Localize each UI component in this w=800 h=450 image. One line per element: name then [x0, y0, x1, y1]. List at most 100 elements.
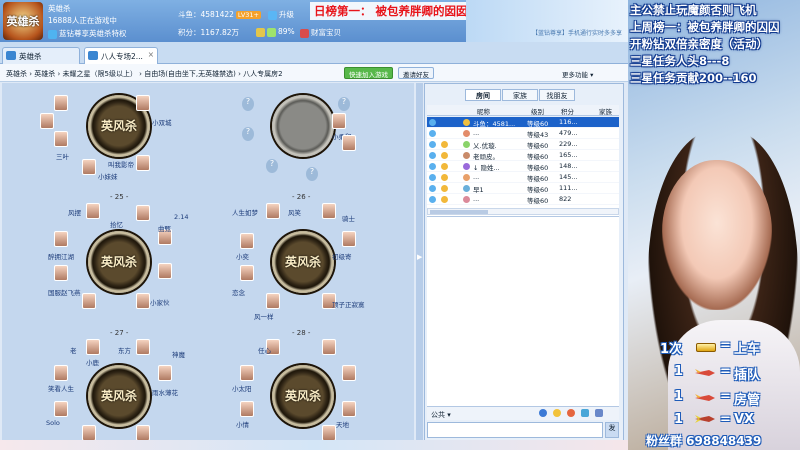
- chat-input[interactable]: [427, 422, 603, 438]
- tab-find-friends[interactable]: 找朋友: [539, 89, 575, 101]
- gift-rule-reward: 房管: [734, 393, 761, 408]
- player-avatar[interactable]: [136, 95, 150, 111]
- vip-icon: [441, 174, 448, 181]
- player-list-header: 昵称 级别 积分 家族: [427, 105, 619, 116]
- quick-join-button[interactable]: 快速加入游戏: [344, 67, 393, 79]
- player-avatar[interactable]: [342, 401, 356, 417]
- image-icon[interactable]: [581, 409, 589, 417]
- column-level[interactable]: 级别: [531, 106, 544, 116]
- settings-icon[interactable]: [595, 409, 603, 417]
- gift-rule-count: 1次: [660, 342, 683, 357]
- player-avatar[interactable]: [40, 113, 54, 129]
- player-avatar[interactable]: [54, 265, 68, 281]
- player-avatar[interactable]: [82, 159, 96, 175]
- user-icon: [429, 174, 436, 181]
- tab-room[interactable]: 八人专场2... ×: [84, 47, 158, 64]
- stream-overlay: 主公禁止玩魔颜否则飞机 上周榜一：被包养胖卿的囚囚 开粉钻双倍亲密度（活动） 三…: [628, 0, 800, 450]
- player-avatar[interactable]: [266, 203, 280, 219]
- player-avatar[interactable]: [136, 155, 150, 171]
- alert-icon[interactable]: [539, 409, 547, 417]
- game-table[interactable]: [272, 95, 334, 157]
- player-avatar[interactable]: [54, 231, 68, 247]
- collapse-arrow-icon[interactable]: ▶: [417, 253, 422, 261]
- gift-icon[interactable]: [567, 409, 575, 417]
- player-avatar[interactable]: [158, 365, 172, 381]
- send-button[interactable]: 发: [605, 422, 619, 438]
- game-table[interactable]: 英风杀: [88, 365, 150, 427]
- table-row[interactable]: 乂.优璇. 等级60 229...: [427, 139, 619, 150]
- emoji-icon[interactable]: [553, 409, 561, 417]
- player-avatar[interactable]: [54, 131, 68, 147]
- player-avatar[interactable]: [240, 401, 254, 417]
- player-avatar[interactable]: [332, 113, 346, 129]
- gift-rule-reward: 上车: [734, 342, 761, 357]
- player-avatar[interactable]: [54, 401, 68, 417]
- column-score[interactable]: 积分: [561, 106, 574, 116]
- player-avatar[interactable]: [136, 425, 150, 441]
- player-avatar[interactable]: [136, 293, 150, 309]
- avatar-icon: [463, 174, 470, 181]
- percent-label: 89%: [278, 27, 295, 36]
- player-avatar[interactable]: [136, 339, 150, 355]
- empty-seat-icon[interactable]: ?: [242, 127, 254, 141]
- player-avatar[interactable]: [240, 265, 254, 281]
- player-avatar[interactable]: [322, 339, 336, 355]
- vip-link[interactable]: 蓝钻尊享英雄杀特权: [48, 28, 127, 39]
- vip-link-label: 蓝钻尊享英雄杀特权: [59, 29, 127, 38]
- top-bar: 英雄杀 英雄杀 16888人正在游戏中 蓝钻尊享英雄杀特权 斗鱼：4581422…: [0, 0, 628, 42]
- player-avatar[interactable]: [240, 233, 254, 249]
- table-row[interactable]: 早1 等级60 111...: [427, 183, 619, 194]
- gift-rule-count: 1: [674, 412, 684, 427]
- tab-hero-kill[interactable]: 英雄杀: [2, 47, 80, 64]
- more-functions-menu[interactable]: 更多功能 ▾: [562, 69, 593, 79]
- table-row[interactable]: ... 等级43 479...: [427, 128, 619, 139]
- table-row[interactable]: 斗鱼：4581... 等级60 116...: [427, 117, 619, 128]
- invite-friends-button[interactable]: 邀请好友: [398, 67, 434, 79]
- player-avatar[interactable]: [158, 263, 172, 279]
- table-row[interactable]: ... 等级60 822: [427, 194, 619, 205]
- column-nickname[interactable]: 昵称: [477, 106, 490, 116]
- player-avatar[interactable]: [82, 425, 96, 441]
- table-row[interactable]: 老顽皮。 等级60 165...: [427, 150, 619, 161]
- player-avatar[interactable]: [322, 203, 336, 219]
- player-avatar[interactable]: [54, 95, 68, 111]
- empty-seat-icon[interactable]: ?: [266, 159, 278, 173]
- empty-seat-icon[interactable]: ?: [306, 167, 318, 181]
- chat-channel-select[interactable]: 公共 ▾: [431, 411, 451, 419]
- player-avatar[interactable]: [342, 231, 356, 247]
- player-avatar[interactable]: [342, 365, 356, 381]
- game-table[interactable]: 英风杀: [272, 365, 334, 427]
- game-table[interactable]: 英风杀: [272, 231, 334, 293]
- table-row[interactable]: ↓ 隐姓... 等级60 148...: [427, 161, 619, 172]
- player-name: 小鹿: [86, 359, 99, 367]
- player-avatar[interactable]: [266, 293, 280, 309]
- player-avatar[interactable]: [86, 339, 100, 355]
- player-avatar[interactable]: [342, 135, 356, 151]
- close-icon[interactable]: ×: [148, 50, 154, 59]
- empty-seat-icon[interactable]: ?: [338, 97, 350, 111]
- game-table[interactable]: 英风杀: [88, 231, 150, 293]
- horizontal-scrollbar[interactable]: [427, 208, 619, 215]
- game-name: 英雄杀: [48, 4, 71, 13]
- tab-room-players[interactable]: 房间: [465, 89, 501, 101]
- panel-splitter[interactable]: ▶: [416, 83, 423, 443]
- game-hall: 英风杀 小双城 三叶 叫我影帝 小妹妹 ? ? ? ? ? 小柔和 - 25 -…: [2, 83, 414, 443]
- column-family[interactable]: 家族: [599, 106, 612, 116]
- user-icon: [429, 185, 436, 192]
- empty-seat-icon[interactable]: ?: [242, 97, 254, 111]
- tab-family[interactable]: 家族: [502, 89, 538, 101]
- table-name: 英风杀: [100, 389, 137, 403]
- player-avatar[interactable]: [322, 425, 336, 441]
- scroll-thumb[interactable]: [430, 210, 488, 214]
- player-avatar[interactable]: [136, 205, 150, 221]
- player-avatar[interactable]: [86, 203, 100, 219]
- ad-banner[interactable]: 【蓝钻尊享】手机通行实时多多享: [466, 0, 628, 42]
- table-row[interactable]: ... 等级60 145...: [427, 172, 619, 183]
- player-avatar[interactable]: [54, 365, 68, 381]
- player-avatar[interactable]: [82, 293, 96, 309]
- tab-label: 八人专场2...: [101, 52, 143, 61]
- player-avatar[interactable]: [240, 365, 254, 381]
- upgrade-button[interactable]: 升级: [268, 9, 294, 20]
- treasure-button[interactable]: 财富宝贝: [300, 27, 341, 38]
- vip-icon: [441, 196, 448, 203]
